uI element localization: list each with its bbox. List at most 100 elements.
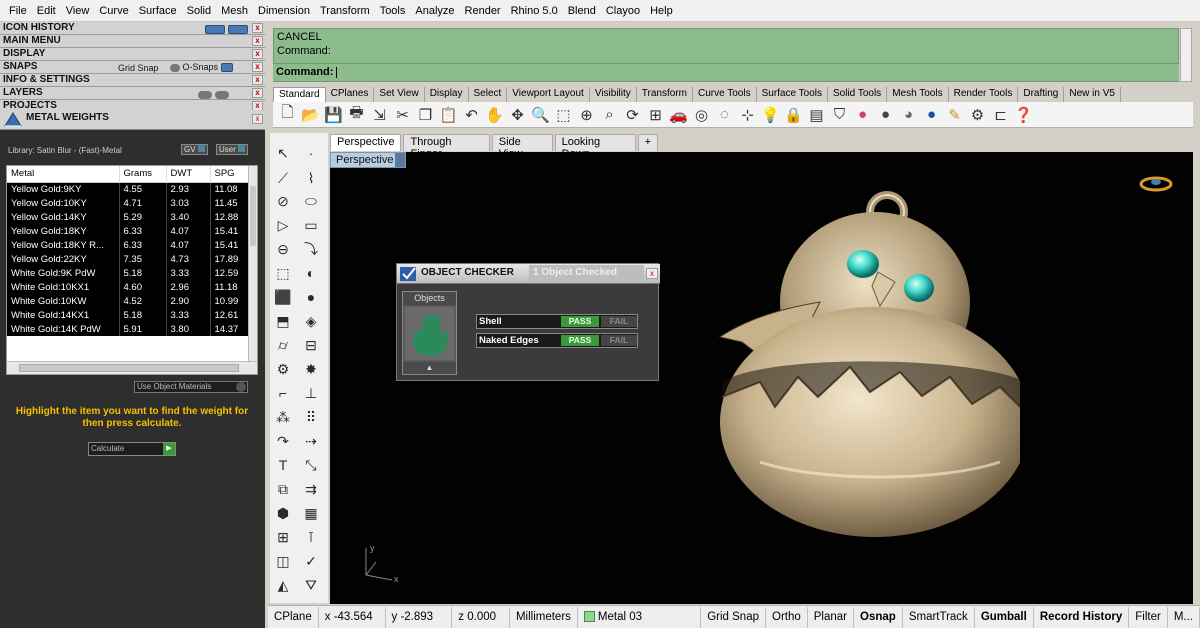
tab-transform[interactable]: Transform bbox=[637, 87, 693, 102]
add-viewport-button[interactable]: + bbox=[637, 134, 658, 151]
tab-side-view[interactable]: Side View bbox=[491, 134, 553, 160]
check-icon[interactable]: ✓ bbox=[300, 551, 322, 571]
block-icon[interactable]: ⧉ bbox=[272, 479, 294, 499]
lock-icon[interactable]: 🔒 bbox=[783, 104, 804, 125]
panel-info-settings[interactable]: INFO & SETTINGS x bbox=[0, 74, 265, 87]
menu-clayoo[interactable]: Clayoo bbox=[601, 5, 645, 17]
close-icon[interactable]: x bbox=[252, 75, 263, 85]
point-icon[interactable]: · bbox=[300, 143, 322, 163]
osnap-toggle[interactable]: Osnap bbox=[854, 606, 903, 628]
table-row[interactable]: Yellow Gold:14KY 5.29 3.40 12.88 bbox=[7, 210, 250, 224]
tab-perspective[interactable]: Perspective bbox=[330, 134, 402, 151]
close-icon[interactable]: x bbox=[252, 88, 263, 98]
table-row[interactable]: Yellow Gold:18KY R... 6.33 4.07 15.41 bbox=[7, 238, 250, 252]
tab-curve-tools[interactable]: Curve Tools bbox=[693, 87, 757, 102]
object-thumbnail[interactable] bbox=[405, 307, 454, 360]
menu-solid[interactable]: Solid bbox=[182, 5, 216, 17]
command-scrollbar[interactable] bbox=[1180, 28, 1192, 82]
help-icon[interactable]: ❓ bbox=[1013, 104, 1034, 125]
select-icon[interactable]: ◌ bbox=[714, 104, 735, 125]
column-header-metal[interactable]: Metal bbox=[7, 166, 120, 183]
tab-drafting[interactable]: Drafting bbox=[1018, 87, 1065, 102]
panel-main-menu[interactable]: MAIN MENU x bbox=[0, 35, 265, 48]
record-history-toggle[interactable]: Record History bbox=[1034, 606, 1130, 628]
object-checker-header[interactable]: OBJECT CHECKER 1 Object Checked x bbox=[397, 264, 660, 284]
arc-icon[interactable]: ⊖ bbox=[272, 239, 294, 259]
menu-mesh[interactable]: Mesh bbox=[216, 5, 253, 17]
tab-solid-tools[interactable]: Solid Tools bbox=[828, 87, 888, 102]
light-pen-icon[interactable]: ✎ bbox=[944, 104, 965, 125]
analyze-icon[interactable]: ◫ bbox=[272, 551, 294, 571]
options-gear-icon[interactable]: ⚙ bbox=[967, 104, 988, 125]
cylinder-icon[interactable]: ⌭ bbox=[272, 335, 294, 355]
fillet-icon[interactable]: ⤵ bbox=[300, 239, 322, 259]
print-icon[interactable]: 🖶 bbox=[346, 104, 367, 125]
tab-visibility[interactable]: Visibility bbox=[590, 87, 637, 102]
scale-tool-icon[interactable]: ⤡ bbox=[300, 455, 322, 475]
table-horizontal-scrollbar[interactable] bbox=[7, 361, 257, 374]
tab-standard[interactable]: Standard bbox=[273, 87, 326, 102]
zoom-extents-icon[interactable]: ⊕ bbox=[576, 104, 597, 125]
box-icon[interactable]: ⬛ bbox=[272, 287, 294, 307]
grid-snap-toggle[interactable]: Grid Snap bbox=[701, 606, 766, 628]
layer-icon[interactable]: ▤ bbox=[806, 104, 827, 125]
menu-transform[interactable]: Transform bbox=[315, 5, 375, 17]
zoom-selected-icon[interactable]: ⌕ bbox=[599, 104, 620, 125]
panel-snaps[interactable]: SNAPS Grid Snap O-Snaps x bbox=[0, 61, 265, 74]
table-vertical-scrollbar[interactable] bbox=[248, 166, 257, 362]
brush-icon[interactable]: ⌐ bbox=[272, 383, 294, 403]
rectangle-icon[interactable]: ▭ bbox=[300, 215, 322, 235]
filter-toggle[interactable]: Filter bbox=[1129, 606, 1168, 628]
text-icon[interactable]: T bbox=[272, 455, 294, 475]
tab-cplanes[interactable]: CPlanes bbox=[326, 87, 375, 102]
material-sphere-icon[interactable]: ● bbox=[921, 104, 942, 125]
table-row[interactable]: White Gold:14KX1 5.18 3.33 12.61 bbox=[7, 308, 250, 322]
render-sphere-icon[interactable]: ◕ bbox=[898, 104, 919, 125]
tab-display[interactable]: Display bbox=[425, 87, 469, 102]
zoom-window-icon[interactable]: ⬚ bbox=[553, 104, 574, 125]
layer-toggle-icon[interactable] bbox=[198, 88, 229, 100]
bucket-icon[interactable]: ⛛ bbox=[300, 575, 322, 595]
snap-icon[interactable]: ⊹ bbox=[737, 104, 758, 125]
paint-icon[interactable]: ◭ bbox=[272, 575, 294, 595]
paste-icon[interactable]: 📋 bbox=[438, 104, 459, 125]
tab-set-view[interactable]: Set View bbox=[374, 87, 425, 102]
menu-edit[interactable]: Edit bbox=[32, 5, 61, 17]
table-row[interactable]: Yellow Gold:22KY 7.35 4.73 17.89 bbox=[7, 252, 250, 266]
calculate-button[interactable]: Calculate ▶ bbox=[88, 442, 176, 456]
table-row[interactable]: White Gold:10KW 4.52 2.90 10.99 bbox=[7, 294, 250, 308]
move-icon[interactable]: ⇢ bbox=[300, 431, 322, 451]
current-layer[interactable]: Metal 03 bbox=[578, 606, 702, 628]
close-icon[interactable]: x bbox=[252, 62, 263, 72]
pan-hand-icon[interactable]: ✋ bbox=[484, 104, 505, 125]
four-viewports-icon[interactable]: ⊞ bbox=[645, 104, 666, 125]
rotate-icon[interactable]: ↷ bbox=[272, 431, 294, 451]
gear-tool-icon[interactable]: ⚙ bbox=[272, 359, 294, 379]
tab-new-in-v5[interactable]: New in V5 bbox=[1064, 87, 1121, 102]
tab-render-tools[interactable]: Render Tools bbox=[949, 87, 1019, 102]
extrude-icon[interactable]: ⬒ bbox=[272, 311, 294, 331]
menu-tools[interactable]: Tools bbox=[375, 5, 411, 17]
table-row[interactable]: White Gold:9K PdW 5.18 3.33 12.59 bbox=[7, 266, 250, 280]
close-icon[interactable]: x bbox=[646, 268, 658, 279]
tab-viewport-layout[interactable]: Viewport Layout bbox=[507, 87, 590, 102]
move-view-icon[interactable]: ✥ bbox=[507, 104, 528, 125]
table-row[interactable]: Yellow Gold:18KY 6.33 4.07 15.41 bbox=[7, 224, 250, 238]
trim-icon[interactable]: ⊥ bbox=[300, 383, 322, 403]
column-header-dwt[interactable]: DWT bbox=[166, 166, 211, 183]
connect-icon[interactable]: ⊏ bbox=[990, 104, 1011, 125]
menu-rhino5[interactable]: Rhino 5.0 bbox=[506, 5, 563, 17]
menu-surface[interactable]: Surface bbox=[134, 5, 182, 17]
table-row[interactable]: Yellow Gold:10KY 4.71 3.03 11.45 bbox=[7, 196, 250, 210]
tab-select[interactable]: Select bbox=[469, 87, 508, 102]
metal-weights-header[interactable]: METAL WEIGHTS x bbox=[0, 110, 265, 130]
surface-icon[interactable]: ⬚ bbox=[272, 263, 294, 283]
units-label[interactable]: Millimeters bbox=[510, 606, 578, 628]
tab-looking-down[interactable]: Looking Down bbox=[554, 134, 636, 160]
panel-display[interactable]: DISPLAY x bbox=[0, 48, 265, 61]
pointer-icon[interactable]: ↖ bbox=[272, 143, 294, 163]
array-icon[interactable]: ⠿ bbox=[300, 407, 322, 427]
column-header-grams[interactable]: Grams bbox=[119, 166, 167, 183]
panel-layers[interactable]: LAYERS x bbox=[0, 87, 265, 100]
cplane-label[interactable]: CPlane bbox=[268, 606, 319, 628]
